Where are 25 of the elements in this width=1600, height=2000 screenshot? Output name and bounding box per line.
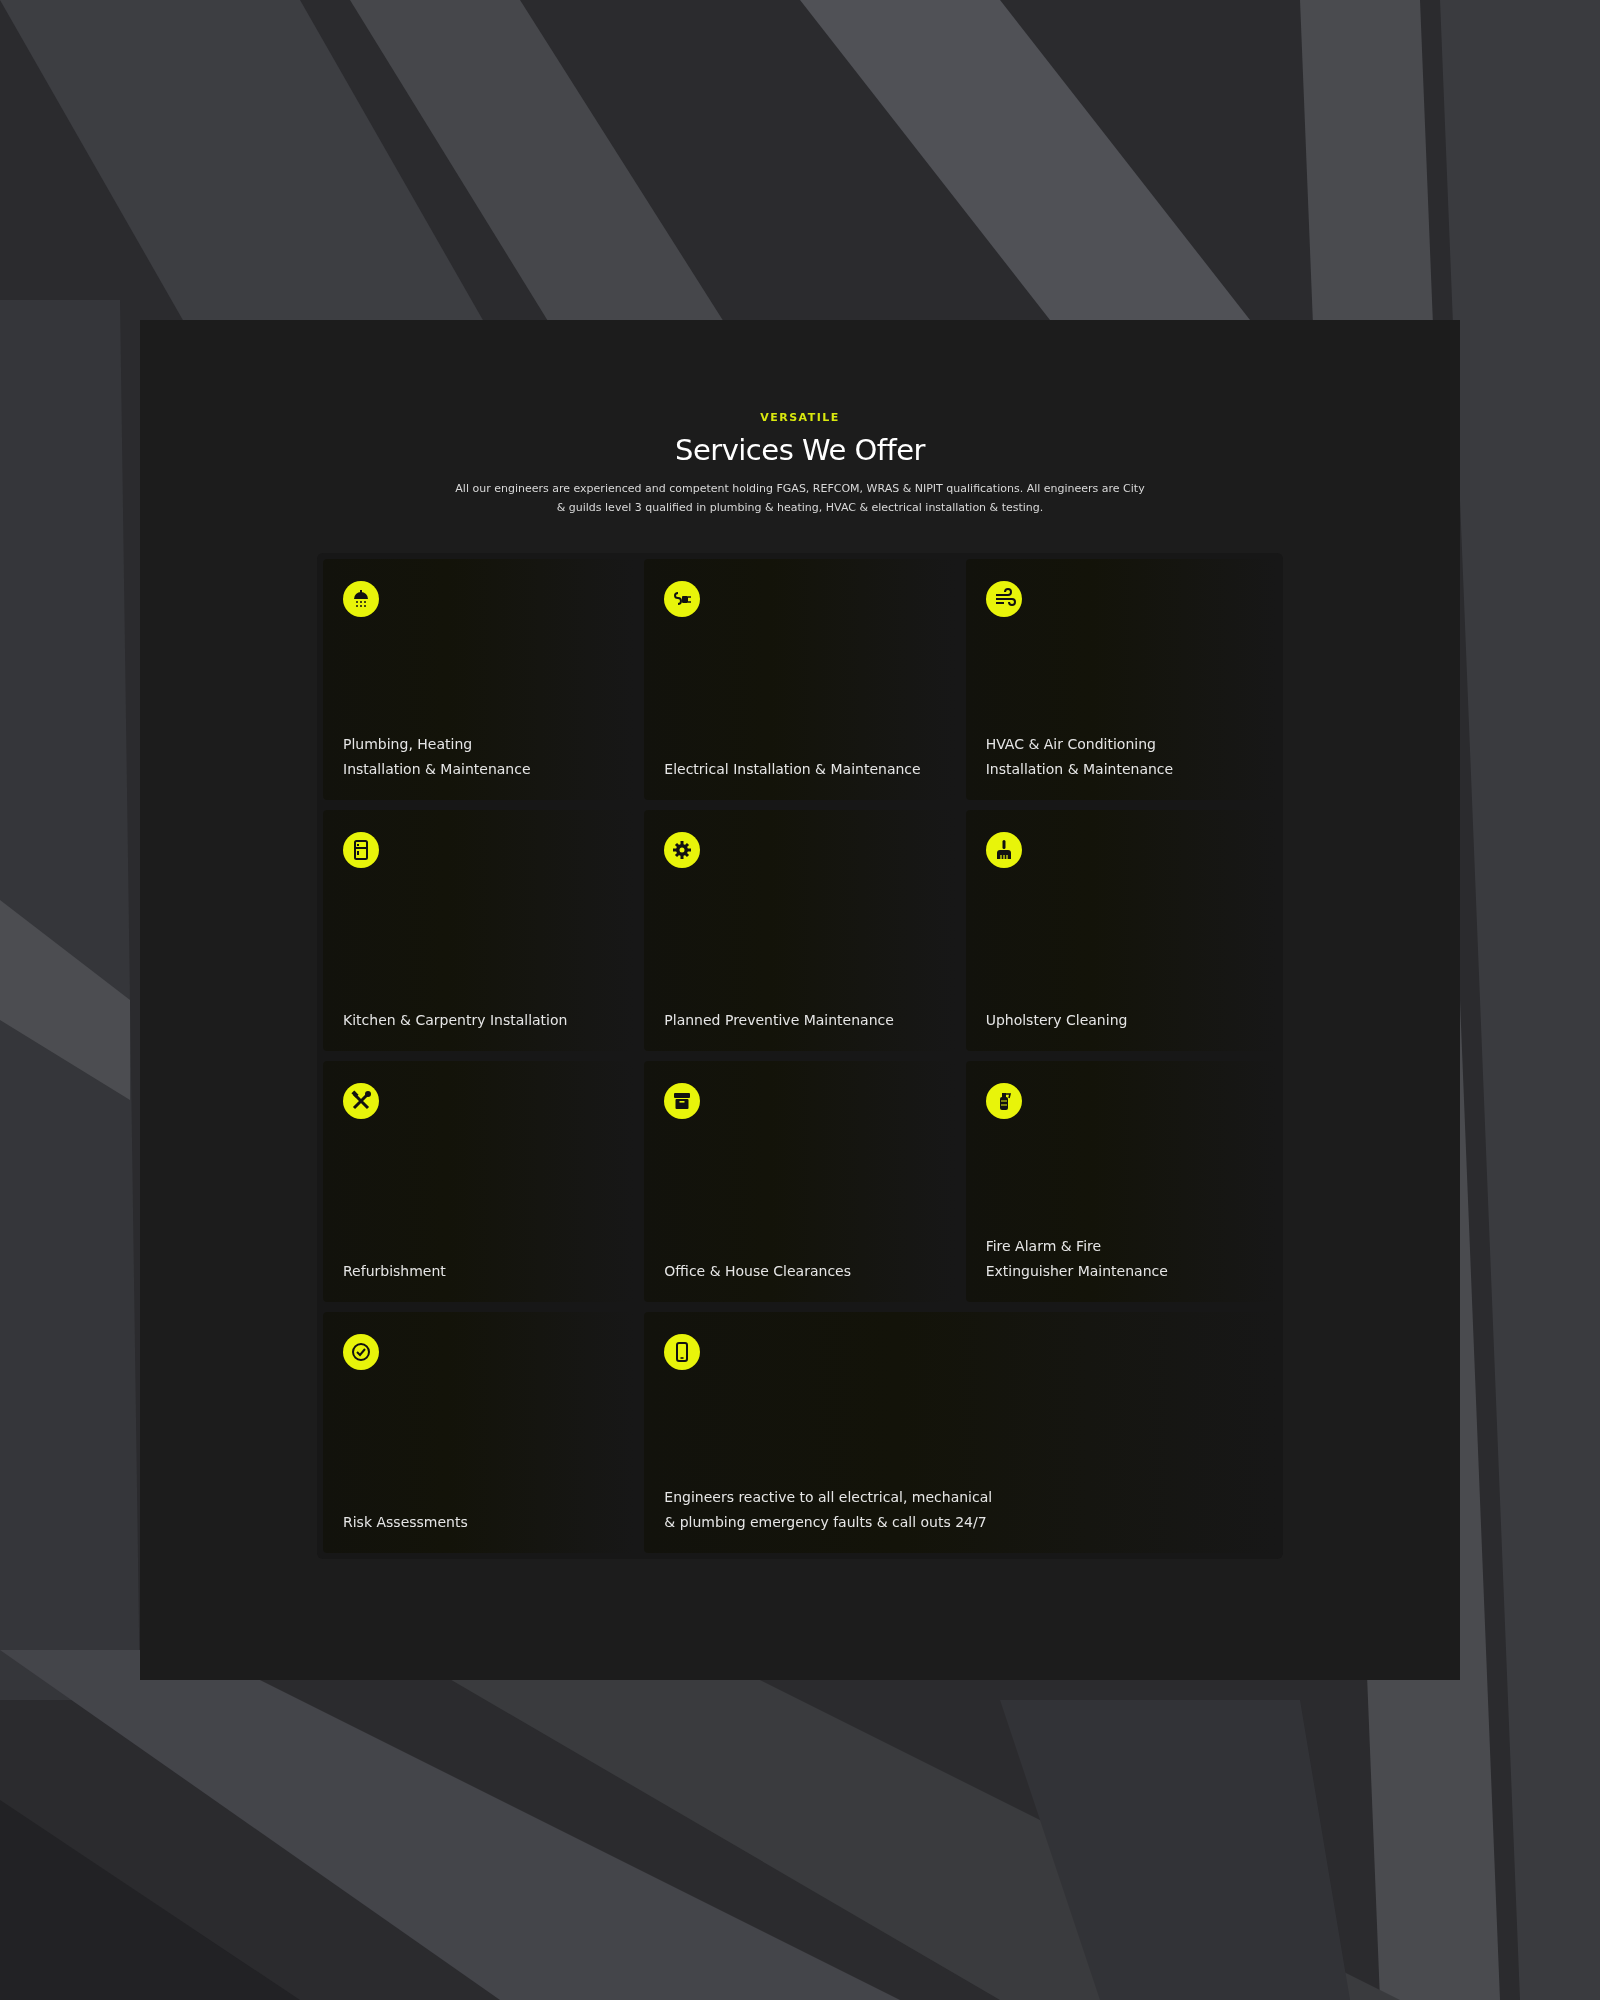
service-title: Fire Alarm & Fire Extinguisher Maintenance: [985, 1237, 1169, 1282]
service-title: Engineers reactive to all electrical, mechanical & plumbing emergency faults & call outs 24/7: [664, 1488, 994, 1533]
service-title: Risk Assessments: [343, 1513, 469, 1533]
service-title: Electrical Installation & Maintenance: [664, 760, 922, 780]
phone-icon: [664, 1334, 701, 1371]
service-title: Kitchen & Carpentry Installation: [343, 1011, 569, 1031]
service-title: HVAC & Air Conditioning Installation & Maintenance: [985, 735, 1175, 780]
check-circle-icon: [343, 1334, 379, 1371]
section-description: All our engineers are experienced and competent holding FGAS, REFCOM, WRAS & NIPIT qualifications. All engineers are City & guilds level 3 qualified in plumbing & heating, HVAC & electrical installation & testing.: [454, 481, 1146, 517]
plug-icon: [664, 581, 701, 618]
section-title: Services We Offer: [673, 432, 927, 468]
wind-icon: [985, 581, 1022, 618]
gear-icon: [664, 832, 701, 869]
shower-icon: [343, 581, 379, 618]
extinguisher-icon: [985, 1083, 1022, 1120]
service-title: Planned Preventive Maintenance: [664, 1011, 895, 1031]
cabinet-icon: [343, 832, 379, 869]
service-title: Refurbishment: [343, 1262, 447, 1282]
service-title: Office & House Clearances: [664, 1262, 852, 1282]
service-title: Upholstery Cleaning: [985, 1011, 1129, 1031]
section-eyebrow: VERSATILE: [759, 410, 841, 426]
tools-icon: [343, 1083, 379, 1120]
box-icon: [664, 1083, 701, 1120]
service-title: Plumbing, Heating Installation & Maintenance: [343, 735, 532, 780]
brush-icon: [985, 832, 1022, 869]
